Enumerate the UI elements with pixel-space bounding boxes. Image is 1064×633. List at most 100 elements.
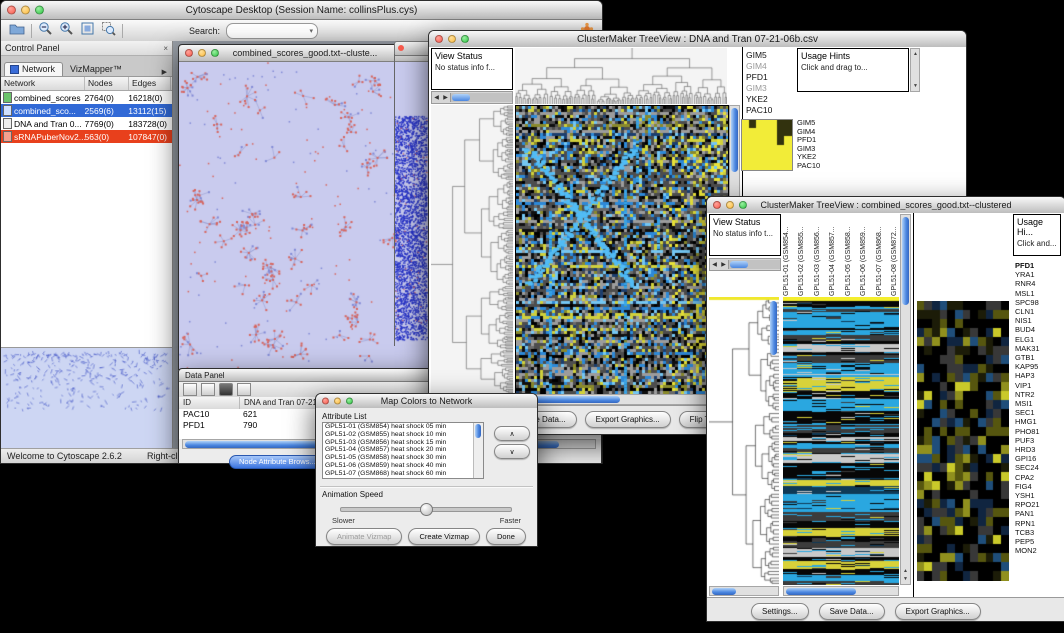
gene-label[interactable]: SEC1 [1015, 408, 1040, 417]
close-button[interactable] [713, 201, 721, 209]
minimize-button[interactable] [726, 201, 734, 209]
zoom-button[interactable] [35, 6, 44, 15]
treeview-dna-titlebar[interactable]: ClusterMaker TreeView : DNA and Tran 07-… [429, 31, 966, 48]
treeview-combined-titlebar[interactable]: ClusterMaker TreeView : combined_scores_… [707, 197, 1064, 214]
scroll-up-icon[interactable]: ▲ [901, 567, 910, 575]
col-network[interactable]: Network [1, 77, 85, 90]
gene-label[interactable]: NTR2 [1015, 390, 1040, 399]
attribute-list-item[interactable]: GPL51-06 (GSM859) heat shock 40 min [323, 462, 483, 470]
attribute-list-item[interactable]: GPL51-03 (GSM856) heat shock 15 min [323, 439, 483, 447]
hints-vscrollbar[interactable]: ▲ ▼ [910, 48, 920, 92]
gene-label[interactable]: RPO21 [1015, 500, 1040, 509]
gene-label[interactable]: HAP3 [1015, 371, 1040, 380]
done-button[interactable]: Done [486, 528, 526, 545]
scroll-right-icon[interactable]: ▶ [441, 94, 450, 101]
scroll-up-icon[interactable]: ▲ [911, 50, 920, 58]
cluster-thumbnail-heatmap[interactable] [741, 119, 793, 171]
gene-label[interactable]: YRA1 [1015, 270, 1040, 279]
network-table-row[interactable]: sRNAPuberNov2... 563(0) 107847(0) [1, 130, 172, 143]
gene-label[interactable]: YSH1 [1015, 491, 1040, 500]
heatmap-main[interactable] [783, 297, 899, 585]
close-button[interactable] [7, 6, 16, 15]
array-column-label[interactable]: GPL51-02 (GSM855... [798, 214, 806, 296]
zoom-button[interactable] [346, 398, 353, 405]
close-button[interactable] [398, 45, 404, 51]
gene-label[interactable]: MAK31 [1015, 344, 1040, 353]
attribute-list[interactable]: GPL51-01 (GSM854) heat shock 05 minGPL51… [322, 422, 484, 479]
create-attribute-icon[interactable] [201, 383, 215, 396]
treeview-button[interactable]: Export Graphics... [585, 411, 671, 428]
map-colors-titlebar[interactable]: Map Colors to Network [316, 394, 537, 409]
dendrogram-hscrollbar[interactable] [709, 586, 779, 596]
gene-label[interactable]: RNR4 [1015, 279, 1040, 288]
attribute-list-item[interactable]: GPL51-02 (GSM855) heat shock 10 min [323, 431, 483, 439]
gene-label[interactable]: CLN1 [1015, 307, 1040, 316]
gene-label[interactable]: GTB1 [1015, 353, 1040, 362]
col-edges[interactable]: Edges [129, 77, 171, 90]
zoom-button[interactable] [461, 35, 469, 43]
gene-label[interactable]: ELG1 [1015, 335, 1040, 344]
close-button[interactable] [435, 35, 443, 43]
gene-label[interactable]: CPA2 [1015, 473, 1040, 482]
gene-label[interactable]: KAP95 [1015, 362, 1040, 371]
attribute-store-icon[interactable] [219, 383, 233, 396]
network-table-row[interactable]: DNA and Tran 0... 7769(0) 183728(0) [1, 117, 172, 130]
gene-label[interactable]: FIG4 [1015, 482, 1040, 491]
attribute-list-item[interactable]: GPL51-05 (GSM858) heat shock 30 min [323, 454, 483, 462]
heatmap-zoom[interactable] [917, 301, 1009, 581]
move-down-button[interactable]: ∨ [494, 444, 530, 459]
minimize-button[interactable] [21, 6, 30, 15]
gene-label[interactable]: PFD1 [746, 72, 772, 83]
tree-nav-scrollbar[interactable]: ◀ ▶ [709, 258, 781, 271]
zoom-out-icon[interactable] [38, 21, 53, 41]
network-table-row[interactable]: combined_sco... 2569(6) 13112(15) [1, 104, 172, 117]
treeview-button[interactable]: Save Data... [819, 603, 885, 620]
col-nodes[interactable]: Nodes [85, 77, 129, 90]
network-overview-thumbnail[interactable] [1, 347, 172, 449]
gene-label[interactable]: PEP5 [1015, 537, 1040, 546]
col-id[interactable]: ID [179, 397, 240, 409]
array-column-label[interactable]: GPL51-06 (GSM859... [860, 214, 868, 296]
gene-label[interactable]: SEC24 [1015, 463, 1040, 472]
network-table-row[interactable]: combined_scores 2764(0) 16218(0) [1, 91, 172, 104]
gene-label[interactable]: MSL1 [1015, 289, 1040, 298]
cytoscape-titlebar[interactable]: Cytoscape Desktop (Session Name: collins… [1, 1, 602, 20]
gene-label[interactable]: PHO81 [1015, 427, 1040, 436]
attribute-list-item[interactable]: GPL51-04 (GSM857) heat shock 20 min [323, 446, 483, 454]
close-icon[interactable]: × [163, 44, 168, 53]
attribute-list-item[interactable]: GPL51-01 (GSM854) heat shock 05 min [323, 423, 483, 431]
gene-label[interactable]: PFD1 [1015, 261, 1040, 270]
gene-label[interactable]: GIM5 [746, 50, 772, 61]
gene-label[interactable]: TCB3 [1015, 528, 1040, 537]
gene-label[interactable]: GPI16 [1015, 454, 1040, 463]
scroll-right-icon[interactable]: ▶ [719, 261, 728, 268]
open-folder-icon[interactable] [9, 22, 25, 41]
scroll-down-icon[interactable]: ▼ [911, 82, 920, 90]
attribute-list-item[interactable]: GPL51-07 (GSM868) heat shock 60 min [323, 470, 483, 478]
array-column-label[interactable]: GPL51-05 (GSM858... [845, 214, 853, 296]
scroll-left-icon[interactable]: ◀ [432, 94, 441, 101]
column-dendrogram[interactable] [515, 48, 727, 104]
attribute-function-icon[interactable] [237, 383, 251, 396]
scroll-left-icon[interactable]: ◀ [710, 261, 719, 268]
scroll-down-icon[interactable]: ▼ [901, 575, 910, 583]
array-column-label[interactable]: GPL51-07 (GSM868... [876, 214, 884, 296]
gene-label[interactable]: GIM4 [746, 61, 772, 72]
gene-label[interactable]: PAC10 [797, 162, 820, 171]
search-input[interactable]: ▾ [226, 23, 318, 39]
row-dendrogram[interactable] [431, 105, 513, 393]
gene-label[interactable]: NIS1 [1015, 316, 1040, 325]
zoom-button[interactable] [739, 201, 747, 209]
gene-label[interactable]: GIM3 [746, 83, 772, 94]
background-window-titlebar-fragment[interactable] [394, 41, 432, 56]
gene-label[interactable]: SPC98 [1015, 298, 1040, 307]
create-vizmap-button[interactable]: Create Vizmap [408, 528, 479, 545]
zoom-fit-icon[interactable] [80, 21, 95, 41]
treeview-button[interactable]: Export Graphics... [895, 603, 981, 620]
select-attributes-icon[interactable] [183, 383, 197, 396]
close-button[interactable] [322, 398, 329, 405]
node-attribute-browser-button[interactable]: Node Attribute Brows... [229, 455, 326, 469]
heatmap-vscrollbar[interactable]: ▲ ▼ [900, 214, 911, 585]
slider-thumb[interactable] [420, 503, 433, 516]
network-canvas[interactable] [179, 62, 429, 369]
